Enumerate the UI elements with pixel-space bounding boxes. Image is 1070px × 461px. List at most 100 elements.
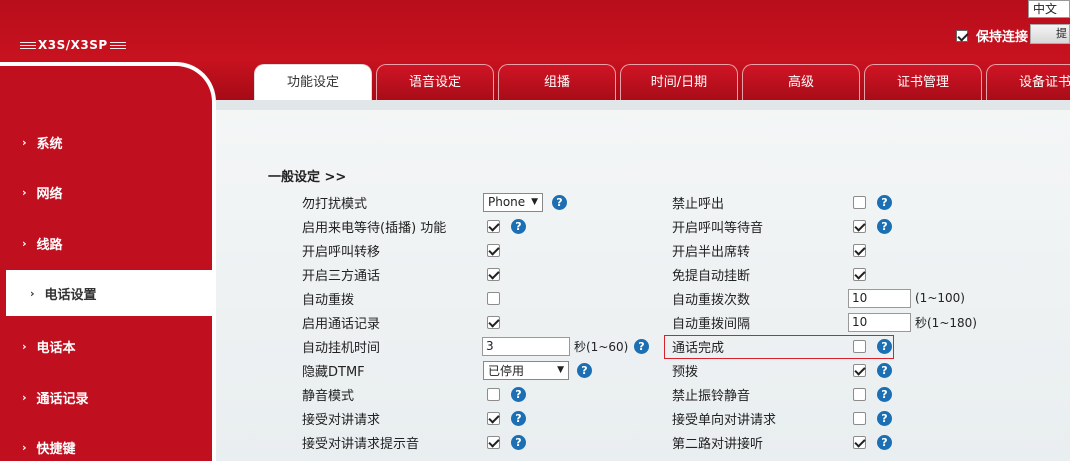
setting-checkbox[interactable]: [853, 435, 866, 449]
setting-label: 自动挂机时间: [302, 340, 381, 356]
logo-text: X3S/X3SP: [38, 38, 108, 52]
auto-hangup-input[interactable]: 3: [482, 336, 570, 356]
settings-row: 接受对讲请求 ? 接受单向对讲请求 ?: [216, 406, 1070, 430]
setting-checkbox[interactable]: [487, 315, 500, 329]
sidebar-item-shortcuts[interactable]: › 快捷键: [0, 425, 212, 461]
sidebar-item-network[interactable]: › 网络: [0, 170, 212, 214]
help-icon[interactable]: ?: [511, 410, 526, 426]
setting-checkbox[interactable]: [487, 291, 500, 305]
help-icon[interactable]: ?: [877, 218, 892, 234]
help-icon[interactable]: ?: [634, 338, 649, 354]
sidebar-item-phone-settings[interactable]: › 电话设置: [6, 270, 212, 316]
help-icon[interactable]: ?: [877, 194, 892, 210]
tab-time-date[interactable]: 时间/日期: [620, 64, 738, 100]
help-icon[interactable]: ?: [877, 434, 892, 450]
chevron-right-icon: ›: [22, 185, 27, 199]
sidebar-item-lines[interactable]: › 线路: [0, 221, 212, 265]
sidebar-item-label: 网络: [36, 186, 63, 202]
setting-label: 禁止呼出: [672, 196, 725, 212]
settings-panel: 一般设定 >> 勿打扰模式 Phone ▼ ? 禁止呼出 ? 启用来电等待(插播)…: [216, 100, 1070, 461]
setting-label: 启用来电等待(插播) 功能: [302, 220, 447, 236]
settings-row: 勿打扰模式 Phone ▼ ? 禁止呼出 ?: [216, 190, 1070, 214]
setting-checkbox[interactable]: [853, 387, 866, 401]
tab-voice-settings[interactable]: 语音设定: [376, 64, 494, 100]
tab-function-settings[interactable]: 功能设定: [254, 64, 372, 100]
tab-bar: 功能设定 语音设定 组播 时间/日期 高级 证书管理 设备证书: [254, 64, 1070, 100]
setting-checkbox[interactable]: [487, 435, 500, 449]
setting-label: 接受单向对讲请求: [672, 412, 777, 428]
setting-checkbox[interactable]: [853, 243, 866, 257]
help-icon[interactable]: ?: [877, 410, 892, 426]
select-value: Phone: [488, 195, 526, 209]
unit-label: 秒(1~60): [574, 339, 629, 354]
setting-checkbox[interactable]: [487, 387, 500, 401]
keep-connection-checkbox[interactable]: [956, 29, 968, 42]
setting-label: 自动重拨: [302, 292, 355, 308]
tab-device-certificate[interactable]: 设备证书: [986, 64, 1070, 100]
sidebar-item-phonebook[interactable]: › 电话本: [0, 324, 212, 368]
settings-row: 自动挂机时间 3 秒(1~60) ? 通话完成 ?: [216, 334, 1070, 358]
setting-label: 免提自动挂断: [672, 268, 751, 284]
chevron-right-icon: ›: [30, 286, 35, 300]
sidebar-item-label: 系统: [36, 136, 63, 152]
sidebar-item-label: 电话本: [36, 340, 76, 356]
sidebar-item-label: 快捷键: [36, 441, 76, 457]
logo-bars-icon: [109, 41, 126, 49]
sidebar-item-label: 电话设置: [44, 287, 97, 303]
settings-row: 静音模式 ? 禁止振铃静音 ?: [216, 382, 1070, 406]
submit-button[interactable]: 提: [1030, 24, 1070, 44]
setting-label: 隐藏DTMF: [302, 364, 365, 380]
help-icon[interactable]: ?: [877, 362, 892, 378]
setting-label: 开启三方通话: [302, 268, 381, 284]
redial-interval-input[interactable]: 10: [848, 312, 911, 332]
tab-advanced[interactable]: 高级: [742, 64, 860, 100]
setting-checkbox[interactable]: [853, 195, 866, 209]
sidebar: › 系统 › 网络 › 线路 › 电话设置 › 电话本 › 通话记录 › 快捷键: [0, 62, 216, 461]
setting-checkbox[interactable]: [487, 411, 500, 425]
settings-row-partial: [216, 454, 1070, 461]
help-icon[interactable]: ?: [511, 386, 526, 402]
keep-connection: 保持连接: [956, 26, 1028, 45]
tab-certificate-management[interactable]: 证书管理: [864, 64, 982, 100]
highlight-frame: [664, 335, 894, 359]
sidebar-item-system[interactable]: › 系统: [0, 120, 212, 164]
setting-label: 自动重拨次数: [672, 292, 751, 308]
setting-label: 接受对讲请求: [302, 412, 381, 428]
tab-multicast[interactable]: 组播: [498, 64, 616, 100]
setting-checkbox[interactable]: [853, 363, 866, 377]
setting-checkbox[interactable]: [853, 411, 866, 425]
setting-label: 接受对讲请求提示音: [302, 436, 420, 452]
setting-checkbox[interactable]: [853, 219, 866, 233]
hide-dtmf-select[interactable]: 已停用 ▼: [483, 360, 569, 380]
help-icon[interactable]: ?: [877, 386, 892, 402]
help-icon[interactable]: ?: [552, 194, 567, 210]
setting-label: 开启半出席转: [672, 244, 751, 260]
setting-checkbox[interactable]: [487, 267, 500, 281]
setting-label: 第二路对讲接听: [672, 436, 764, 452]
logo-bars-icon: [20, 41, 36, 49]
setting-label: 禁止振铃静音: [672, 388, 751, 404]
help-icon[interactable]: ?: [577, 362, 592, 378]
settings-row: 启用来电等待(插播) 功能 ? 开启呼叫等待音 ?: [216, 214, 1070, 238]
language-select[interactable]: 中文: [1028, 0, 1070, 18]
setting-label: 自动重拨间隔: [672, 316, 751, 332]
setting-label: 开启呼叫转移: [302, 244, 381, 260]
setting-checkbox[interactable]: [853, 267, 866, 281]
chevron-right-icon: ›: [22, 339, 27, 353]
redial-count-input[interactable]: 10: [848, 288, 911, 308]
dropdown-arrow-icon: ▼: [531, 197, 539, 207]
setting-checkbox[interactable]: [487, 219, 500, 233]
settings-row: 开启三方通话 免提自动挂断: [216, 262, 1070, 286]
settings-row: 开启呼叫转移 开启半出席转: [216, 238, 1070, 262]
setting-label: 启用通话记录: [302, 316, 381, 332]
help-icon[interactable]: ?: [511, 218, 526, 234]
dnd-mode-select[interactable]: Phone ▼: [483, 192, 543, 212]
sidebar-item-call-log[interactable]: › 通话记录: [0, 375, 212, 419]
settings-row: 自动重拨 自动重拨次数 10 (1~100): [216, 286, 1070, 310]
settings-row: 接受对讲请求提示音 ? 第二路对讲接听 ?: [216, 430, 1070, 454]
help-icon[interactable]: ?: [511, 434, 526, 450]
settings-row: 启用通话记录 自动重拨间隔 10 秒(1~180): [216, 310, 1070, 334]
dropdown-arrow-icon: ▼: [557, 365, 564, 375]
setting-checkbox[interactable]: [487, 243, 500, 257]
chevron-right-icon: ›: [22, 135, 27, 149]
